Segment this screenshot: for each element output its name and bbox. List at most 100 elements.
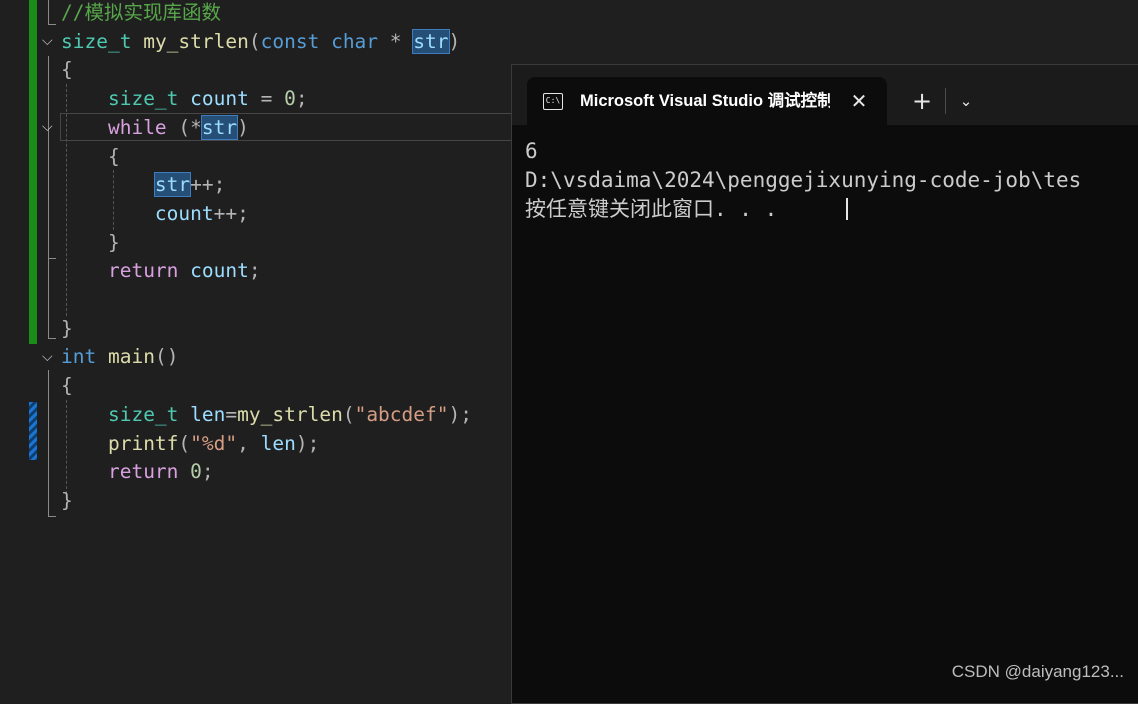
code-token: { — [61, 374, 73, 398]
code-token: size_t — [61, 29, 132, 53]
code-token: 0 — [284, 87, 296, 111]
code-token: } — [61, 316, 73, 340]
outline-line — [48, 370, 49, 516]
code-token: ; — [295, 87, 308, 111]
code-token: ; — [248, 259, 261, 283]
console-app-icon: C:\ — [543, 93, 563, 110]
code-token: (* — [166, 115, 202, 139]
code-line[interactable]: return count; — [61, 256, 261, 285]
code-line[interactable]: count++; — [61, 199, 249, 228]
console-output-line: 按任意键关闭此窗口. . . — [525, 197, 778, 221]
code-token: ( — [178, 431, 191, 455]
collapse-chevron-icon[interactable]: ⌵ — [42, 119, 58, 135]
watermark: CSDN @daiyang123... — [951, 662, 1124, 681]
code-line[interactable]: } — [61, 314, 73, 343]
code-token: ++; — [190, 173, 226, 197]
code-token: } — [61, 488, 73, 512]
code-line[interactable]: { — [61, 371, 73, 400]
code-token: count — [190, 87, 249, 111]
code-token: my_strlen — [143, 29, 249, 53]
console-tab[interactable]: C:\ Microsoft Visual Studio 调试控制台 ✕ — [527, 77, 887, 125]
code-token: main — [107, 345, 155, 369]
chevron-down-icon[interactable]: ⌄ — [954, 87, 978, 115]
code-token: len — [260, 431, 296, 455]
code-token: count — [190, 259, 249, 283]
code-token: ( — [248, 29, 261, 53]
code-token: "%d" — [190, 431, 238, 455]
code-token: = — [225, 402, 238, 426]
console-output-line: D:\vsdaima\2024\penggejixunying-code-job… — [525, 168, 1082, 192]
highlighted-reference: str — [412, 28, 450, 54]
code-token: ); — [295, 431, 320, 455]
collapse-chevron-icon[interactable]: ⌵ — [42, 33, 58, 49]
new-tab-button[interactable]: + — [908, 87, 936, 115]
outline-tick — [48, 258, 56, 259]
highlighted-reference: str — [200, 114, 239, 140]
code-token: , — [237, 431, 261, 455]
code-token: return — [107, 259, 179, 283]
code-token: "abcdef" — [354, 402, 449, 426]
code-token: ); — [448, 402, 472, 426]
code-token: { — [61, 58, 73, 82]
code-line[interactable]: } — [61, 486, 73, 515]
code-token: len — [190, 402, 226, 426]
collapse-chevron-icon[interactable]: ⌵ — [42, 349, 58, 365]
code-token: ) — [448, 29, 461, 53]
code-token: //模拟实现库函数 — [61, 1, 221, 24]
code-token: const — [260, 29, 320, 53]
code-line[interactable]: size_t len=my_strlen("abcdef"); — [61, 400, 472, 429]
code-line[interactable]: while (*str) — [61, 113, 249, 142]
code-token: size_t — [107, 87, 179, 111]
code-line[interactable]: str++; — [61, 170, 225, 199]
code-token: ) — [237, 115, 249, 139]
code-token: count — [154, 201, 214, 225]
outline-tick — [48, 516, 56, 517]
code-token: printf — [107, 431, 179, 455]
outline-tick — [48, 338, 56, 339]
code-line[interactable]: int main() — [61, 342, 178, 371]
outline-line — [48, 56, 49, 338]
code-line[interactable]: } — [61, 228, 120, 257]
debug-console-window[interactable]: C:\ Microsoft Visual Studio 调试控制台 ✕ + ⌄ … — [511, 64, 1138, 704]
code-token: } — [61, 230, 120, 254]
code-line[interactable]: size_t count = 0; — [61, 84, 308, 113]
code-token: return — [107, 460, 179, 484]
outline-line — [48, 0, 49, 24]
code-line[interactable]: size_t my_strlen(const char * str) — [61, 27, 460, 56]
code-token: char — [331, 29, 379, 53]
text-cursor — [846, 198, 848, 220]
unsaved-changes-indicator — [29, 402, 37, 460]
code-line[interactable]: { — [61, 55, 73, 84]
code-line[interactable]: //模拟实现库函数 — [61, 0, 221, 27]
close-icon[interactable]: ✕ — [845, 87, 873, 115]
code-token: { — [61, 144, 120, 168]
code-line[interactable]: printf("%d", len); — [61, 429, 319, 458]
code-token: = — [248, 87, 285, 111]
code-line[interactable]: return 0; — [61, 457, 214, 486]
saved-changes-indicator — [29, 0, 37, 344]
code-token: my_strlen — [237, 402, 343, 426]
code-token: ( — [342, 402, 355, 426]
titlebar-divider — [945, 88, 946, 114]
code-token: () — [154, 345, 179, 369]
console-titlebar[interactable]: C:\ Microsoft Visual Studio 调试控制台 ✕ + ⌄ — [512, 65, 1138, 125]
code-token: * — [378, 29, 414, 53]
code-token: int — [61, 345, 97, 369]
code-token: while — [107, 115, 167, 139]
highlighted-reference: str — [153, 172, 192, 198]
code-token: ; — [201, 460, 214, 484]
outline-tick — [48, 24, 56, 25]
code-line[interactable]: { — [61, 142, 120, 171]
